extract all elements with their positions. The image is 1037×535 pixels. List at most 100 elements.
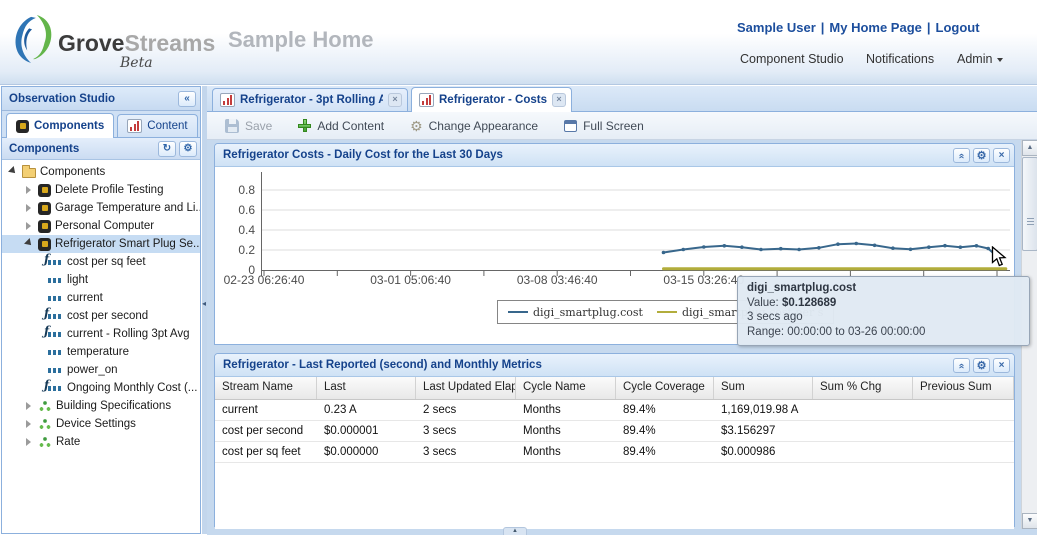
tooltip-value-row: Value: $0.128689 xyxy=(747,296,1020,311)
sidebar-title: Observation Studio xyxy=(9,93,115,105)
page-title: Sample Home xyxy=(228,27,374,53)
svg-text:0.8: 0.8 xyxy=(238,183,255,197)
table-row-cost-per-sq-feet[interactable]: cost per sq feet $0.000000 3 secs Months… xyxy=(215,442,1014,463)
tree-item-delete-profile-testing[interactable]: Delete Profile Testing xyxy=(2,181,200,199)
cell-cycle-name: Months xyxy=(516,446,616,458)
collapse-up-icon: « xyxy=(956,363,967,368)
column-header-stream-name[interactable]: Stream Name xyxy=(215,377,317,399)
tab-content[interactable]: Content xyxy=(117,114,197,137)
table-row-current[interactable]: current 0.23 A 2 secs Months 89.4% 1,169… xyxy=(215,400,1014,421)
tree-item-label: Garage Temperature and Li... xyxy=(55,202,200,214)
tree-item-label: cost per second xyxy=(67,310,148,322)
nav-admin-menu[interactable]: Admin xyxy=(957,52,1003,66)
chart-bars-icon xyxy=(127,119,142,133)
tree-item-label: Rate xyxy=(56,436,80,448)
collapse-left-icon: « xyxy=(184,93,190,104)
components-panel-title: Components xyxy=(9,143,79,155)
document-tabs: Refrigerator - 3pt Rolling Avg × Refrige… xyxy=(207,86,1037,112)
user-name-link[interactable]: Sample User xyxy=(737,20,816,35)
panel-collapse-button[interactable]: « xyxy=(953,358,970,373)
panel-tools: « ⚙ × xyxy=(953,148,1010,163)
svg-text:0.2: 0.2 xyxy=(238,243,255,257)
tree-item-label: current - Rolling 3pt Avg xyxy=(67,328,190,340)
scrollbar-thumb[interactable] xyxy=(1022,157,1037,251)
column-header-last-updated-elapsed[interactable]: Last Updated Elapsed xyxy=(416,377,516,399)
derived-stream-icon xyxy=(48,314,63,319)
chart-bars-icon xyxy=(220,93,235,107)
tab-close-icon[interactable]: × xyxy=(552,93,566,107)
x-axis-label: 03-01 05:06:40 xyxy=(351,273,471,287)
scroll-up-icon[interactable]: ▲ xyxy=(1022,140,1037,156)
tree-item-label: Device Settings xyxy=(56,418,136,430)
column-header-cycle-coverage[interactable]: Cycle Coverage xyxy=(616,377,714,399)
panel-settings-button[interactable]: ⚙ xyxy=(973,358,990,373)
legend-label: digi_smartplug.cost xyxy=(533,306,643,319)
save-button[interactable]: Save xyxy=(225,119,272,133)
tree-item-ongoing-monthly-cost[interactable]: Ongoing Monthly Cost (... xyxy=(2,379,200,397)
nav-admin-label: Admin xyxy=(957,52,992,66)
tree-item-label: current xyxy=(67,292,103,304)
nav-notifications[interactable]: Notifications xyxy=(866,52,934,66)
tree-item-garage-temperature[interactable]: Garage Temperature and Li... xyxy=(2,199,200,217)
expander-collapsed-icon[interactable] xyxy=(24,419,34,429)
stream-icon xyxy=(48,278,63,283)
logout-link[interactable]: Logout xyxy=(936,20,980,35)
tree-item-device-settings[interactable]: Device Settings xyxy=(2,415,200,433)
grovestreams-logo-icon xyxy=(10,12,56,64)
panel-settings-button[interactable]: ⚙ xyxy=(973,148,990,163)
grovestreams-app: GroveStreams Beta Sample Home Sample Use… xyxy=(0,0,1037,535)
tree-item-current-rolling-avg[interactable]: current - Rolling 3pt Avg xyxy=(2,325,200,343)
tree-item-cost-per-second[interactable]: cost per second xyxy=(2,307,200,325)
tree-item-light[interactable]: light xyxy=(2,271,200,289)
panel-close-button[interactable]: × xyxy=(993,358,1010,373)
change-appearance-button[interactable]: ⚙Change Appearance xyxy=(410,119,538,133)
scroll-down-icon[interactable]: ▼ xyxy=(1022,513,1037,529)
tab-close-icon[interactable]: × xyxy=(388,93,402,107)
table-row-cost-per-second[interactable]: cost per second $0.000001 3 secs Months … xyxy=(215,421,1014,442)
my-home-page-link[interactable]: My Home Page xyxy=(829,20,921,35)
column-header-cycle-name[interactable]: Cycle Name xyxy=(516,377,616,399)
tab-refrigerator-3pt-rolling-avg[interactable]: Refrigerator - 3pt Rolling Avg × xyxy=(212,88,408,111)
tree-item-refrigerator-smart-plug[interactable]: Refrigerator Smart Plug Se... xyxy=(2,235,200,253)
expander-collapsed-icon[interactable] xyxy=(24,221,34,231)
expander-collapsed-icon[interactable] xyxy=(24,401,34,411)
refresh-button[interactable]: ↻ xyxy=(158,141,176,157)
bottom-splitter-handle[interactable]: ▲ xyxy=(503,527,527,535)
tree-item-current[interactable]: current xyxy=(2,289,200,307)
sidebar-collapse-button[interactable]: « xyxy=(178,91,196,107)
grid-body: Stream Name Last Last Updated Elapsed Cy… xyxy=(215,377,1014,529)
panel-close-button[interactable]: × xyxy=(993,148,1010,163)
panel-collapse-button[interactable]: « xyxy=(953,148,970,163)
expander-expanded-icon[interactable] xyxy=(8,167,18,177)
cell-sum: 1,169,019.98 A xyxy=(714,404,813,416)
column-header-sum[interactable]: Sum xyxy=(714,377,813,399)
nav-component-studio[interactable]: Component Studio xyxy=(740,52,844,66)
legend-item-cost: digi_smartplug.cost xyxy=(508,306,643,319)
stream-icon xyxy=(48,296,63,301)
expander-collapsed-icon[interactable] xyxy=(24,437,34,447)
tooltip-range: Range: 00:00:00 to 03-26 00:00:00 xyxy=(747,325,1020,340)
tab-label: Refrigerator - Costs xyxy=(439,94,547,106)
column-header-last[interactable]: Last xyxy=(317,377,416,399)
tree-item-temperature[interactable]: temperature xyxy=(2,343,200,361)
tree-item-components-root[interactable]: Components xyxy=(2,163,200,181)
tab-components[interactable]: Components xyxy=(6,113,114,138)
tree-settings-button[interactable]: ⚙ xyxy=(179,141,197,157)
add-content-button[interactable]: Add Content xyxy=(298,119,384,133)
tree-item-building-specifications[interactable]: Building Specifications xyxy=(2,397,200,415)
column-header-previous-sum[interactable]: Previous Sum xyxy=(913,377,1014,399)
tooltip-title: digi_smartplug.cost xyxy=(747,281,1020,296)
expander-expanded-icon[interactable] xyxy=(24,239,34,249)
column-header-sum-pct-chg[interactable]: Sum % Chg xyxy=(813,377,913,399)
tree-item-power-on[interactable]: power_on xyxy=(2,361,200,379)
expander-collapsed-icon[interactable] xyxy=(24,185,34,195)
grid-panel-titlebar: Refrigerator - Last Reported (second) an… xyxy=(215,354,1014,377)
tree-item-cost-per-sq-feet[interactable]: cost per sq feet xyxy=(2,253,200,271)
full-screen-button[interactable]: Full Screen xyxy=(564,119,644,133)
tree-item-rate[interactable]: Rate xyxy=(2,433,200,451)
tab-refrigerator-costs[interactable]: Refrigerator - Costs × xyxy=(411,87,572,112)
plus-icon xyxy=(298,119,311,132)
cell-last-updated: 2 secs xyxy=(416,404,516,416)
tree-item-personal-computer[interactable]: Personal Computer xyxy=(2,217,200,235)
expander-collapsed-icon[interactable] xyxy=(24,203,34,213)
